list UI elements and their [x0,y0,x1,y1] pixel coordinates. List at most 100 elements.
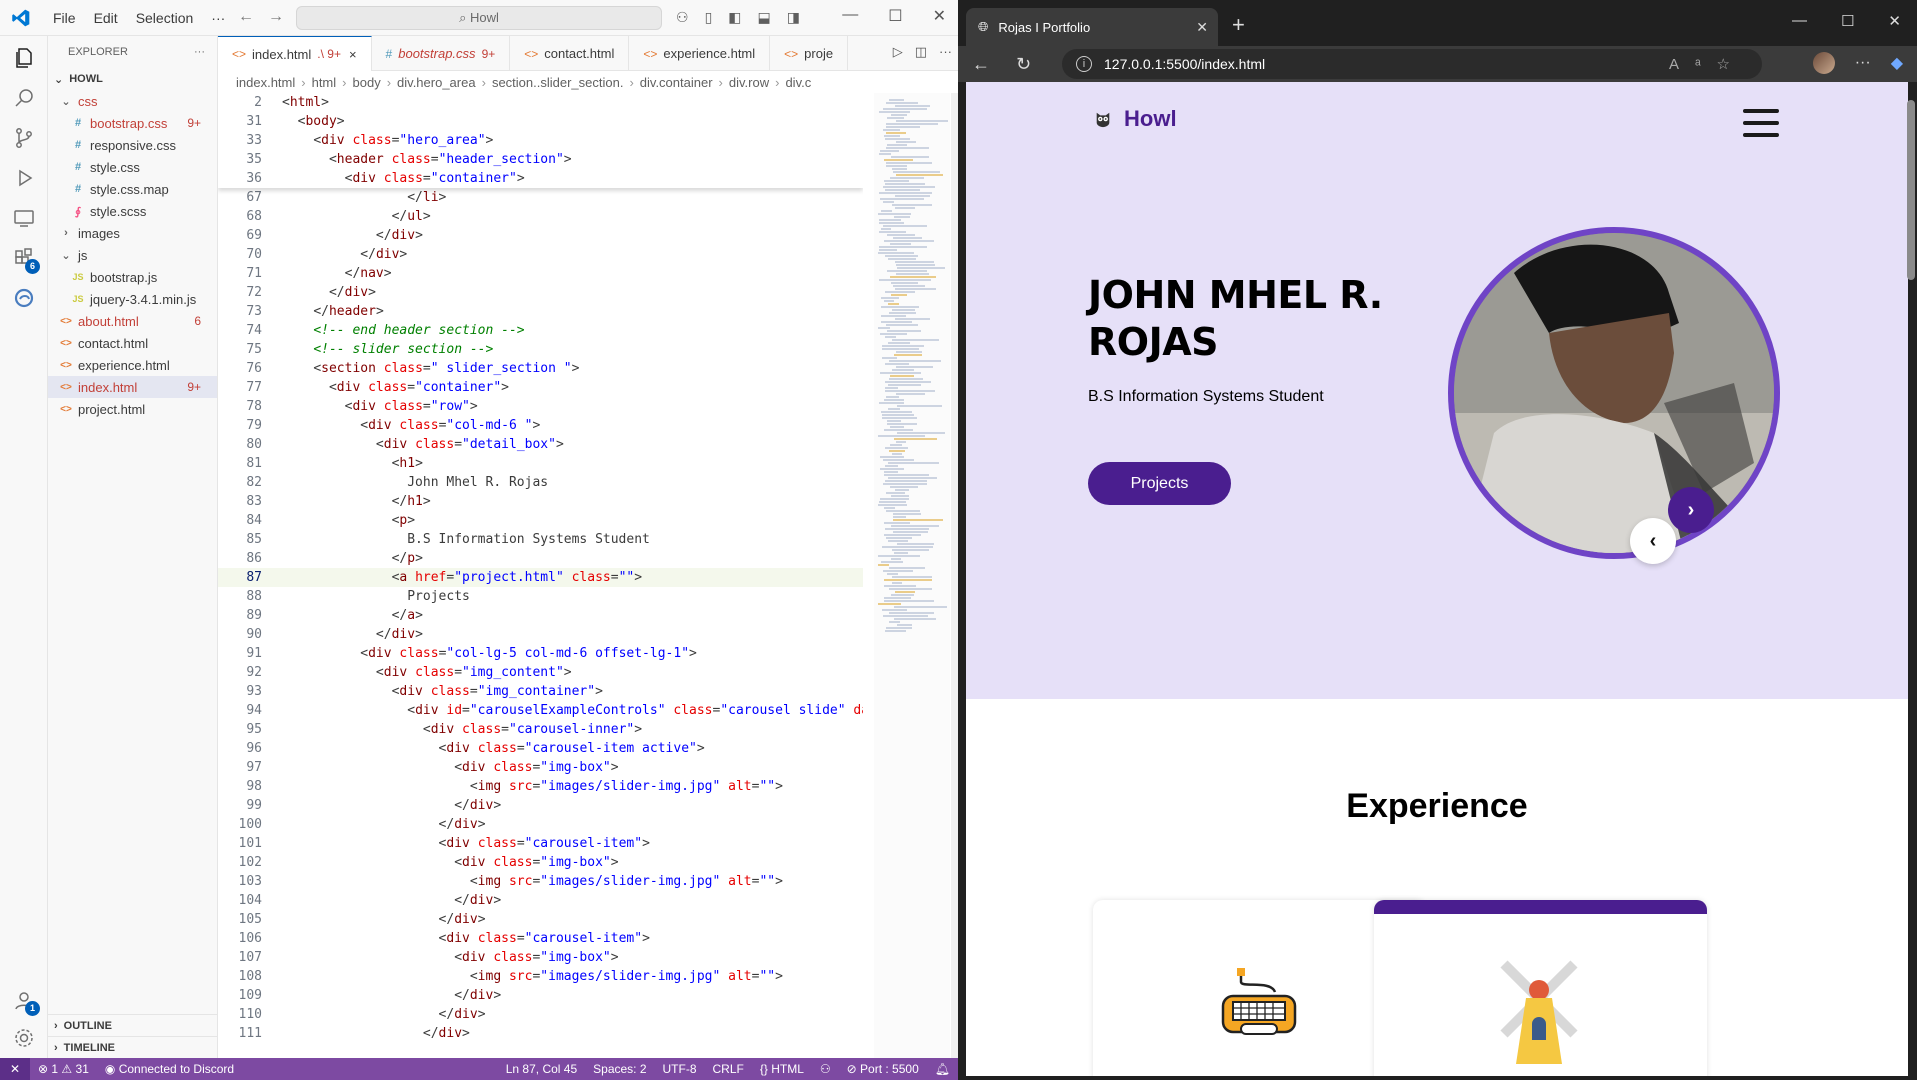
cursor-position[interactable]: Ln 87, Col 45 [498,1062,585,1076]
breadcrumb-item[interactable]: html [312,75,337,90]
code-line[interactable]: 103 <img src="images/slider-img.jpg" alt… [218,872,863,891]
code-line[interactable]: 90 </div> [218,625,863,644]
code-line[interactable]: 83 </h1> [218,492,863,511]
code-line[interactable]: 72 </div> [218,283,863,302]
code-line[interactable]: 111 </div> [218,1024,863,1043]
close-tab-icon[interactable]: × [349,47,357,62]
breadcrumb-item[interactable]: body [353,75,381,90]
code-line[interactable]: 80 <div class="detail_box"> [218,435,863,454]
carousel-prev-button[interactable]: ‹ [1630,518,1676,564]
code-line[interactable]: 107 <div class="img-box"> [218,948,863,967]
editor-more-icon[interactable]: ··· [939,44,952,60]
code-area[interactable]: 2 <html> 31 <body> 33 <div class="hero_area… [218,93,863,1058]
code-line[interactable]: 106 <div class="carousel-item"> [218,929,863,948]
code-line[interactable]: 97 <div class="img-box"> [218,758,863,777]
search-icon[interactable] [10,84,38,112]
indentation[interactable]: Spaces: 2 [585,1062,654,1076]
page-scrollbar-thumb[interactable] [1907,100,1915,280]
back-icon[interactable]: ← [972,54,1002,75]
accounts-icon[interactable]: 1 [10,986,40,1016]
explorer-item[interactable]: JS bootstrap.js [48,266,217,288]
remote-indicator-icon[interactable]: ✕ [0,1058,30,1080]
code-line[interactable]: 95 <div class="carousel-inner"> [218,720,863,739]
experience-card[interactable] [1374,900,1707,1076]
toggle-primary-sidebar-icon[interactable]: ◧ [728,9,741,26]
explorer-item[interactable]: <> project.html [48,398,217,420]
code-line[interactable]: 94 <div id="carouselExampleControls" cla… [218,701,863,720]
encoding[interactable]: UTF-8 [655,1062,705,1076]
breadcrumb-item[interactable]: div.container [640,75,713,90]
explorer-item[interactable]: # style.css [48,156,217,178]
explorer-item[interactable]: ⌄ css [48,90,217,112]
code-line[interactable]: 105 </div> [218,910,863,929]
outline-section[interactable]: › OUTLINE [48,1014,218,1036]
close-tab-icon[interactable]: ✕ [1196,19,1208,36]
language-mode[interactable]: {} HTML [752,1062,812,1076]
explorer-item[interactable]: <> contact.html [48,332,217,354]
code-line[interactable]: 71 </nav> [218,264,863,283]
code-line[interactable]: 79 <div class="col-md-6 "> [218,416,863,435]
remote-explorer-icon[interactable] [10,204,38,232]
code-line[interactable]: 68 </ul> [218,207,863,226]
breadcrumb-item[interactable]: div.row [729,75,769,90]
projects-button[interactable]: Projects [1088,462,1231,505]
minimize-icon[interactable]: — [842,6,858,26]
explorer-item[interactable]: <> experience.html [48,354,217,376]
code-line[interactable]: 84 <p> [218,511,863,530]
minimize-icon[interactable]: — [1792,12,1807,30]
code-line[interactable]: 81 <h1> [218,454,863,473]
address-bar[interactable]: i 127.0.0.1:5500/index.html Aᵃ☆ [1062,49,1762,79]
live-server-port[interactable]: ⊘ Port : 5500 [839,1062,927,1076]
hamburger-menu-icon[interactable] [1743,109,1779,137]
code-line[interactable]: 74 <!-- end header section --> [218,321,863,340]
menu-selection[interactable]: Selection [127,10,203,26]
problems-indicator[interactable]: ⊗ 1 ⚠ 31 [30,1062,97,1076]
toggle-sidebar-icon[interactable]: ▯ [705,9,713,26]
sticky-scroll-line[interactable]: 36 <div class="container"> [218,169,863,188]
code-line[interactable]: 96 <div class="carousel-item active"> [218,739,863,758]
breadcrumb-item[interactable]: div.hero_area [397,75,476,90]
code-line[interactable]: 85 B.S Information Systems Student [218,530,863,549]
editor-scrollbar[interactable] [951,93,958,1058]
code-line[interactable]: 109 </div> [218,986,863,1005]
code-line[interactable]: 89 </a> [218,606,863,625]
code-line[interactable]: 67 </li> [218,188,863,207]
copilot-sidebar-icon[interactable]: ◆ [1891,53,1903,73]
settings-gear-icon[interactable] [10,1024,38,1052]
code-line[interactable]: 76 <section class=" slider_section "> [218,359,863,378]
maximize-icon[interactable]: ☐ [888,6,902,26]
close-icon[interactable]: ✕ [1888,12,1901,30]
close-icon[interactable]: ✕ [933,6,946,26]
code-line[interactable]: 77 <div class="container"> [218,378,863,397]
code-line[interactable]: 108 <img src="images/slider-img.jpg" alt… [218,967,863,986]
code-line[interactable]: 92 <div class="img_content"> [218,663,863,682]
editor-tab[interactable]: <> index.html .\ 9+ × [218,36,372,71]
code-line[interactable]: 86 </p> [218,549,863,568]
editor-tab[interactable]: # bootstrap.css 9+ [372,36,511,71]
extensions-icon[interactable]: 6 [10,244,40,274]
breadcrumb-item[interactable]: index.html [236,75,295,90]
explorer-item[interactable]: # bootstrap.css 9+ [48,112,217,134]
code-line[interactable]: 82 John Mhel R. Rojas [218,473,863,492]
browser-tab[interactable]: 🌐︎ Rojas I Portfolio ✕ [966,8,1218,46]
code-line[interactable]: 75 <!-- slider section --> [218,340,863,359]
new-tab-button[interactable]: + [1232,12,1245,38]
run-icon[interactable]: ▷ [893,44,903,60]
explorer-item[interactable]: ∮ style.scss [48,200,217,222]
explorer-item[interactable]: # style.css.map [48,178,217,200]
sticky-scroll-line[interactable]: 33 <div class="hero_area"> [218,131,863,150]
copilot-status-icon[interactable]: ⚇ [812,1062,839,1076]
sticky-scroll-line[interactable]: 31 <body> [218,112,863,131]
browser-menu-icon[interactable]: ··· [1855,54,1871,72]
site-logo[interactable]: Howl [1094,106,1177,132]
workspace-root[interactable]: ⌄ HOWL [48,68,217,90]
end-of-line[interactable]: CRLF [705,1062,752,1076]
code-line[interactable]: 110 </div> [218,1005,863,1024]
breadcrumb-item[interactable]: div.c [785,75,811,90]
command-center[interactable]: ⌕ Howl [296,6,662,30]
explorer-item[interactable]: JS jquery-3.4.1.min.js [48,288,217,310]
code-line[interactable]: 101 <div class="carousel-item"> [218,834,863,853]
minimap[interactable] [874,93,950,1058]
history-nav-arrows[interactable]: ←→ [238,8,298,26]
copilot-icon[interactable]: ⚇ [676,9,689,26]
